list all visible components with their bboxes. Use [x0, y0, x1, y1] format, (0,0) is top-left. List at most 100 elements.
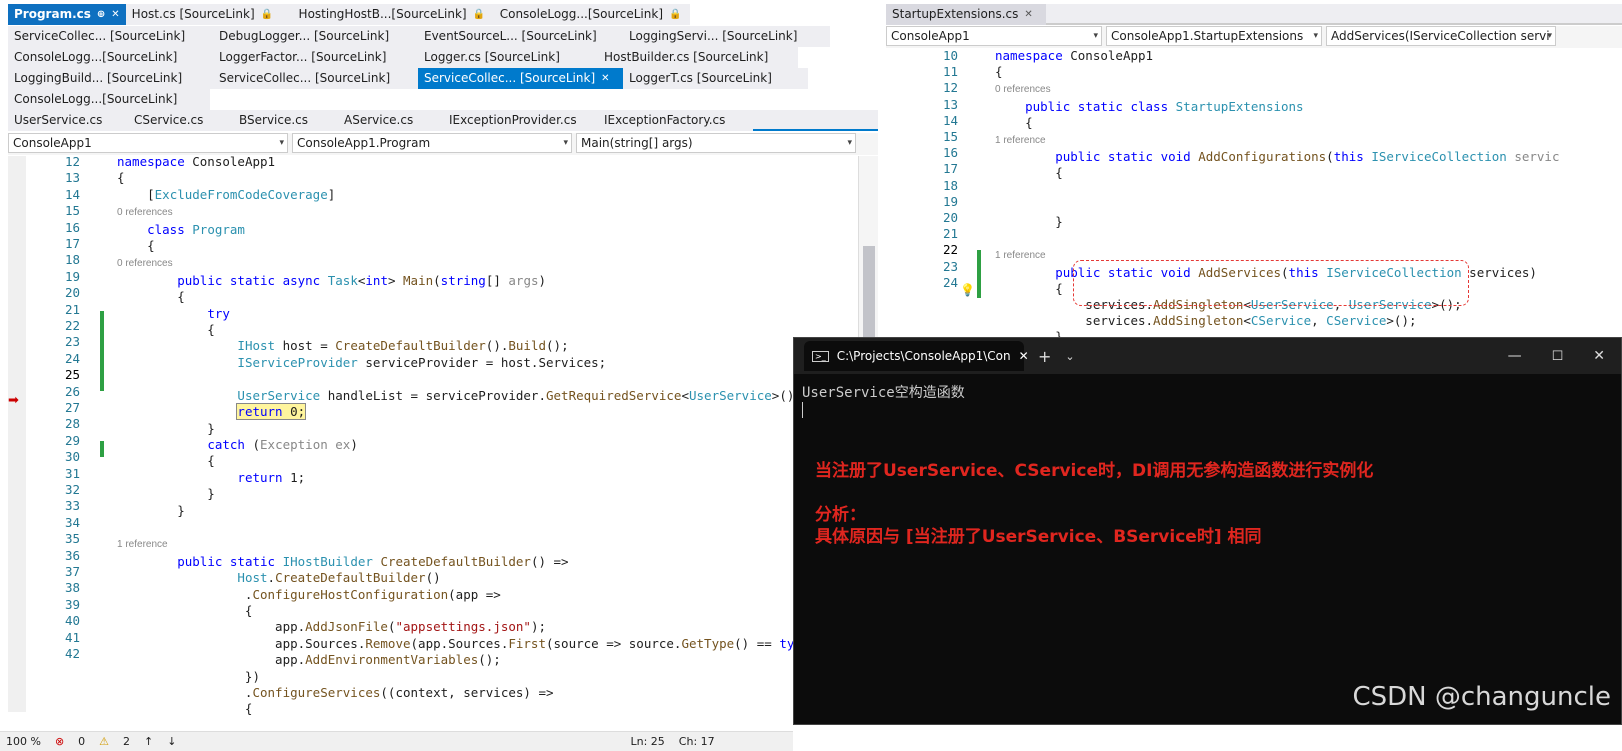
line-number: 13 [64, 170, 80, 186]
error-count[interactable]: 0 [78, 735, 85, 748]
line-number: 24 [942, 274, 958, 290]
line-number: 16 [942, 145, 958, 161]
close-icon[interactable]: ✕ [111, 4, 119, 25]
error-icon: ⊗ [54, 735, 65, 748]
tab-logger-cs[interactable]: Logger.cs [SourceLink] [418, 47, 598, 68]
tab-aservice[interactable]: AService.cs [338, 110, 443, 131]
tab-cservice[interactable]: CService.cs [128, 110, 233, 131]
change-marker [977, 250, 981, 298]
close-icon[interactable]: ✕ [1019, 349, 1029, 363]
tab-iexceptionfactory[interactable]: IExceptionFactory.cs [598, 110, 753, 131]
line-number: 20 [942, 210, 958, 225]
maximize-icon[interactable]: ☐ [1552, 349, 1564, 364]
lock-icon: 🔒 [472, 9, 486, 20]
left-tab-row-3: ConsoleLogg...[SourceLink] LoggerFactor.… [8, 47, 798, 68]
tab-eventsourcel[interactable]: EventSourceL... [SourceLink] [418, 26, 623, 47]
arrow-up-icon[interactable]: ↑ [144, 735, 153, 748]
right-tab-bar: StartupExtensions.cs ✕ [886, 4, 1622, 25]
column-indicator: Ch: 17 [678, 735, 715, 748]
chevron-down-icon: ▾ [847, 138, 852, 148]
tab-iexceptionprovider[interactable]: IExceptionProvider.cs [443, 110, 598, 131]
line-number: 16 [64, 219, 80, 235]
warning-icon: ⚠ [99, 735, 110, 748]
line-number: 33 [64, 498, 80, 514]
project-dropdown[interactable]: ConsoleApp1 ▾ [8, 133, 288, 153]
terminal-window[interactable]: >_ C:\Projects\ConsoleApp1\Con ✕ + ⌄ — ☐… [793, 337, 1622, 725]
line-number: 22 [64, 318, 80, 333]
tab-loggingbuild[interactable]: LoggingBuild... [SourceLink] [8, 68, 213, 89]
line-number: 36 [64, 547, 80, 563]
tab-servicecollec-3[interactable]: ServiceCollec... [SourceLink] ✕ [418, 68, 623, 89]
line-number: 29 [64, 432, 80, 448]
line-number: 19 [942, 193, 958, 209]
tab-host-cs[interactable]: Host.cs [SourceLink] 🔒 [125, 4, 293, 25]
left-tab-row-1: Program.cs ⊕ ✕ Host.cs [SourceLink] 🔒 Hosti… [8, 4, 690, 25]
right-class-dropdown[interactable]: ConsoleApp1.StartupExtensions ▾ [1106, 26, 1322, 46]
terminal-cursor [802, 402, 803, 418]
annotation-line-3: 具体原因与 [当注册了UserService、BService时] 相同 [815, 527, 1262, 547]
tab-hostinghostb[interactable]: HostingHostB...[SourceLink] 🔒 [292, 4, 494, 25]
lightbulb-icon[interactable]: 💡 [960, 283, 975, 297]
line-number: 17 [64, 236, 80, 251]
line-number: 12 [64, 154, 80, 169]
line-number: 18 [942, 177, 958, 193]
close-window-icon[interactable]: ✕ [1593, 348, 1605, 364]
line-number: 32 [64, 482, 80, 497]
terminal-output: UserService空构造函数 [802, 385, 965, 401]
tab-debuglogger[interactable]: DebugLogger... [SourceLink] [213, 26, 418, 47]
chevron-down-icon: ▾ [1313, 31, 1318, 41]
close-icon[interactable]: ✕ [1024, 4, 1032, 25]
right-project-dropdown[interactable]: ConsoleApp1 ▾ [886, 26, 1102, 46]
tab-loggingservi[interactable]: LoggingServi... [SourceLink] [623, 26, 828, 47]
terminal-titlebar: >_ C:\Projects\ConsoleApp1\Con ✕ + ⌄ — ☐… [794, 338, 1621, 374]
pin-icon[interactable]: ⊕ [97, 4, 105, 25]
tab-consolelogg-2[interactable]: ConsoleLogg...[SourceLink] [8, 47, 213, 68]
tab-hostbuilder[interactable]: HostBuilder.cs [SourceLink] [598, 47, 798, 68]
lock-icon: 🔒 [669, 9, 682, 20]
highlight-box [1073, 260, 1469, 306]
tab-program-cs[interactable]: Program.cs ⊕ ✕ [8, 4, 126, 25]
line-number: 26 [64, 383, 80, 399]
line-number: 39 [64, 596, 80, 612]
line-number: 35 [64, 531, 80, 547]
line-number: 21 [942, 226, 958, 242]
line-number: 22 [942, 242, 958, 258]
arrow-down-icon[interactable]: ↓ [167, 735, 176, 748]
close-icon[interactable]: ✕ [601, 68, 609, 89]
glyph-margin [8, 156, 26, 712]
tab-startupextensions[interactable]: StartupExtensions.cs ✕ [886, 4, 1046, 25]
zoom-level[interactable]: 100 % [6, 735, 41, 748]
tab-consolelogg-3[interactable]: ConsoleLogg...[SourceLink] [8, 89, 210, 110]
line-number: 40 [64, 613, 80, 629]
tab-servicecollec[interactable]: ServiceCollec... [SourceLink] [8, 26, 213, 47]
chevron-down-icon[interactable]: ⌄ [1065, 350, 1074, 363]
new-tab-icon[interactable]: + [1038, 347, 1051, 366]
line-number: 23 [64, 334, 80, 350]
line-number: 15 [64, 203, 80, 219]
left-file-tabs: UserService.cs CService.cs BService.cs A… [8, 110, 878, 131]
right-member-dropdown[interactable]: AddServices(IServiceCollection servi ▾ [1326, 26, 1556, 46]
line-number: 28 [64, 416, 80, 432]
line-number: 25 [64, 367, 80, 383]
line-number: 23 [942, 258, 958, 274]
tab-consolelogg[interactable]: ConsoleLogg...[SourceLink] 🔒 [493, 4, 690, 25]
left-tab-row-4: LoggingBuild... [SourceLink] ServiceColl… [8, 68, 808, 89]
watermark: CSDN @changuncle [1352, 682, 1611, 712]
warning-count[interactable]: 2 [123, 735, 130, 748]
line-number: 14 [942, 112, 958, 128]
terminal-tab[interactable]: >_ C:\Projects\ConsoleApp1\Con ✕ [804, 341, 1029, 371]
left-tab-row-2: ServiceCollec... [SourceLink] DebugLogge… [8, 26, 830, 47]
tab-bservice[interactable]: BService.cs [233, 110, 338, 131]
tab-loggert[interactable]: LoggerT.cs [SourceLink] [623, 68, 808, 89]
line-number: 19 [64, 268, 80, 284]
member-dropdown[interactable]: Main(string[] args) ▾ [576, 133, 856, 153]
minimize-icon[interactable]: — [1508, 348, 1522, 364]
line-number: 14 [64, 186, 80, 202]
line-number: 17 [942, 161, 958, 177]
tab-loggerfactor[interactable]: LoggerFactor... [SourceLink] [213, 47, 418, 68]
class-dropdown[interactable]: ConsoleApp1.Program ▾ [292, 133, 572, 153]
tab-userservice[interactable]: UserService.cs [8, 110, 128, 131]
tab-servicecollec-2[interactable]: ServiceCollec... [SourceLink] [213, 68, 418, 89]
line-number: 10 [942, 48, 958, 63]
lock-icon: 🔒 [260, 9, 274, 20]
